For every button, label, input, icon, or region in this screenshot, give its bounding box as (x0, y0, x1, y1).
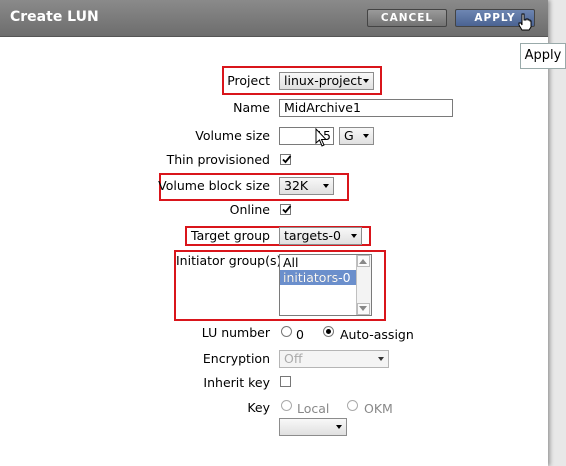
checkmark-icon (282, 155, 292, 164)
chevron-down-icon (378, 357, 384, 361)
chevron-down-icon (363, 79, 369, 83)
initiator-groups-label: Initiator group(s) (176, 253, 282, 268)
project-select[interactable]: linux-project (279, 72, 374, 90)
target-group-value: targets-0 (284, 228, 341, 243)
initiator-groups-listbox[interactable]: All initiators initiators-0 (279, 254, 372, 316)
name-label: Name (233, 100, 270, 115)
thin-provisioned-label: Thin provisioned (166, 152, 270, 167)
volume-size-label: Volume size (195, 128, 270, 143)
chevron-down-icon (363, 134, 369, 138)
initiator-option-initiators-0[interactable]: initiators-0 (280, 270, 357, 285)
checkmark-icon (282, 205, 292, 214)
thin-provisioned-checkbox[interactable] (280, 154, 292, 165)
lu-number-label: LU number (201, 325, 270, 340)
dialog-titlebar: Create LUN CANCEL APPLY (0, 0, 548, 37)
chevron-down-icon (351, 234, 357, 238)
encryption-select: Off (279, 350, 389, 368)
project-label: Project (227, 73, 270, 88)
key-local-radio (281, 400, 292, 411)
volume-block-size-label: Volume block size (158, 178, 270, 193)
apply-tooltip: Apply (520, 43, 566, 69)
scroll-down-icon[interactable] (359, 306, 367, 311)
lu-number-auto-label: Auto-assign (340, 327, 414, 342)
target-group-select[interactable]: targets-0 (279, 227, 362, 245)
key-select[interactable] (279, 418, 347, 436)
scroll-up-icon[interactable] (359, 259, 367, 264)
inherit-key-label: Inherit key (203, 375, 270, 390)
inherit-key-checkbox[interactable] (280, 376, 291, 387)
chevron-down-icon (323, 184, 329, 188)
target-group-label: Target group (191, 228, 270, 243)
online-label: Online (229, 202, 270, 217)
lu-number-zero-radio[interactable] (281, 326, 292, 337)
volume-size-unit-value: G (344, 128, 354, 143)
cancel-button[interactable]: CANCEL (367, 9, 447, 27)
initiator-option-all[interactable]: All initiators (280, 255, 357, 285)
key-okm-label: OKM (364, 401, 393, 416)
hand-cursor-icon (518, 13, 532, 31)
volume-block-size-value: 32K (284, 178, 309, 193)
chevron-down-icon (336, 425, 342, 429)
mouse-pointer-icon (315, 128, 328, 147)
key-local-label: Local (297, 401, 330, 416)
create-lun-dialog: Create LUN CANCEL APPLY Project linux-pr… (0, 0, 548, 466)
key-label: Key (247, 400, 270, 415)
encryption-label: Encryption (202, 351, 270, 366)
listbox-scrollbar[interactable] (356, 255, 371, 315)
name-input[interactable]: MidArchive1 (279, 99, 453, 117)
lu-number-zero-label: 0 (296, 327, 304, 342)
dialog-title: Create LUN (10, 9, 99, 25)
lu-number-auto-radio[interactable] (323, 326, 334, 337)
volume-block-size-select[interactable]: 32K (279, 177, 334, 195)
encryption-value: Off (284, 351, 303, 366)
volume-size-unit-select[interactable]: G (339, 127, 374, 145)
project-select-value: linux-project (284, 73, 363, 88)
online-checkbox[interactable] (280, 204, 292, 215)
key-okm-radio (347, 400, 358, 411)
